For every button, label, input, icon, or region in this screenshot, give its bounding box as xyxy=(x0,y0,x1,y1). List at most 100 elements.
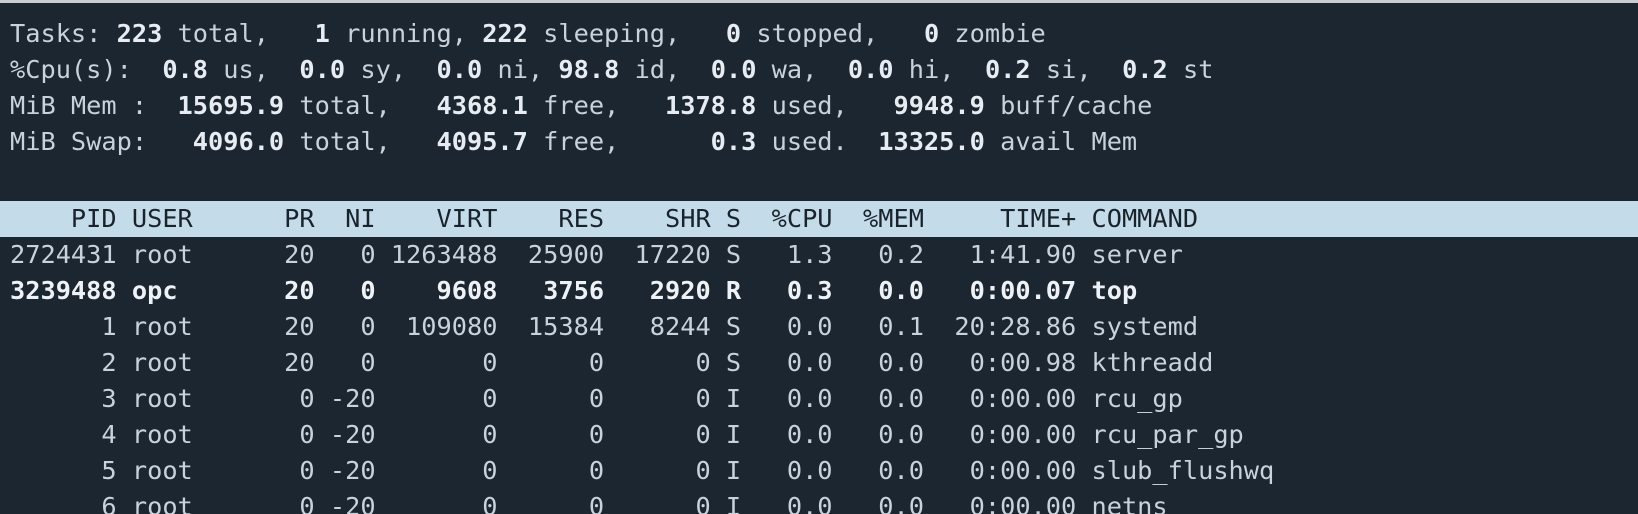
column-header-user[interactable]: USER xyxy=(132,204,254,233)
process-shr: 2920 xyxy=(619,276,711,305)
process-pr: 20 xyxy=(268,240,315,269)
swap-avail-label: avail Mem xyxy=(1000,127,1138,156)
process-command: slub_flushwq xyxy=(1091,456,1275,485)
process-ni: 0 xyxy=(329,240,376,269)
process-state: S xyxy=(725,348,742,377)
column-header-ni[interactable]: NI xyxy=(330,204,375,233)
process-virt: 0 xyxy=(390,456,498,485)
column-header-state[interactable]: S xyxy=(726,204,741,233)
process-virt: 0 xyxy=(390,348,498,377)
process-virt: 1263488 xyxy=(390,240,498,269)
process-ni: -20 xyxy=(329,420,376,449)
process-pr: 0 xyxy=(268,492,315,514)
swap-free-label: free, xyxy=(543,127,620,156)
swap-total: 4096.0 xyxy=(192,127,285,156)
process-time: 0:00.00 xyxy=(939,384,1077,413)
tasks-running-label: running, xyxy=(345,19,467,48)
process-time: 20:28.86 xyxy=(939,312,1077,341)
mem-buff-cache: 9948.9 xyxy=(893,91,985,120)
column-header-mem[interactable]: %MEM xyxy=(848,204,924,233)
process-pr: 20 xyxy=(268,312,315,341)
process-time: 1:41.90 xyxy=(939,240,1077,269)
swap-used-label: used. xyxy=(771,127,848,156)
column-header-pr[interactable]: PR xyxy=(269,204,314,233)
column-header-command[interactable]: COMMAND xyxy=(1091,204,1198,233)
cpu-st: 0.2 xyxy=(1122,55,1168,84)
cpu-si-label: si, xyxy=(1045,55,1092,84)
swap-summary-line: MiB Swap: 4096.0 total, 4095.7 free, 0.3… xyxy=(0,124,1638,160)
process-row[interactable]: 4 root 0 -20 0 0 0 I 0.0 0.0 0:00.00 rcu… xyxy=(0,417,1638,453)
column-header-res[interactable]: RES xyxy=(513,204,604,233)
process-row[interactable]: 1 root 20 0 109080 15384 8244 S 0.0 0.1 … xyxy=(0,309,1638,345)
process-cpu: 0.0 xyxy=(756,384,833,413)
process-row[interactable]: 6 root 0 -20 0 0 0 I 0.0 0.0 0:00.00 net… xyxy=(0,489,1638,514)
cpu-id-label: id, xyxy=(634,55,681,84)
process-cpu: 0.0 xyxy=(756,348,833,377)
process-cpu: 0.0 xyxy=(756,420,833,449)
tasks-stopped: 0 xyxy=(725,19,742,48)
process-cpu: 1.3 xyxy=(756,240,833,269)
process-mem: 0.0 xyxy=(847,276,924,305)
process-pid: 2724431 xyxy=(10,240,117,269)
process-state: I xyxy=(725,384,742,413)
process-mem: 0.0 xyxy=(847,420,924,449)
process-command: server xyxy=(1091,240,1183,269)
process-ni: 0 xyxy=(329,312,376,341)
process-state: R xyxy=(725,276,742,305)
swap-avail: 13325.0 xyxy=(878,127,985,156)
process-row[interactable]: 2 root 20 0 0 0 0 S 0.0 0.0 0:00.98 kthr… xyxy=(0,345,1638,381)
process-shr: 0 xyxy=(619,492,711,514)
process-time: 0:00.00 xyxy=(939,492,1077,514)
process-pid: 5 xyxy=(10,456,117,485)
process-command: rcu_par_gp xyxy=(1091,420,1244,449)
process-ni: 0 xyxy=(329,348,376,377)
process-row[interactable]: 5 root 0 -20 0 0 0 I 0.0 0.0 0:00.00 slu… xyxy=(0,453,1638,489)
process-virt: 0 xyxy=(390,492,498,514)
process-pr: 0 xyxy=(268,456,315,485)
cpu-id: 98.8 xyxy=(558,55,620,84)
column-header-pid[interactable]: PID xyxy=(10,204,117,233)
process-res: 15384 xyxy=(512,312,605,341)
cpu-si: 0.2 xyxy=(984,55,1031,84)
column-header-virt[interactable]: VIRT xyxy=(391,204,498,233)
cpu-wa: 0.0 xyxy=(710,55,757,84)
tasks-sleeping: 222 xyxy=(482,19,528,48)
process-table-header: PID USER PR NI VIRT RES SHR S %CPU %MEM … xyxy=(0,201,1638,237)
process-res: 25900 xyxy=(512,240,605,269)
column-header-cpu[interactable]: %CPU xyxy=(756,204,833,233)
process-table-body: 2724431 root 20 0 1263488 25900 17220 S … xyxy=(0,237,1638,514)
process-shr: 17220 xyxy=(619,240,711,269)
tasks-zombie-label: zombie xyxy=(954,19,1046,48)
process-row[interactable]: 2724431 root 20 0 1263488 25900 17220 S … xyxy=(0,237,1638,273)
mem-used-label: used, xyxy=(771,91,848,120)
process-pid: 6 xyxy=(10,492,117,514)
process-user: root xyxy=(131,456,254,485)
process-state: S xyxy=(725,312,742,341)
tasks-label: Tasks: xyxy=(10,19,102,48)
mem-total-label: total, xyxy=(299,91,391,120)
process-shr: 0 xyxy=(619,384,711,413)
cpu-ni-label: ni, xyxy=(497,55,544,84)
tasks-total-label: total, xyxy=(177,19,269,48)
process-res: 0 xyxy=(512,420,605,449)
cpu-sy-label: sy, xyxy=(360,55,407,84)
process-state: S xyxy=(725,240,742,269)
tasks-zombie: 0 xyxy=(923,19,940,48)
top-terminal[interactable]: Tasks: 223 total, 1 running, 222 sleepin… xyxy=(0,3,1638,514)
process-command: rcu_gp xyxy=(1091,384,1183,413)
process-user: root xyxy=(131,240,254,269)
process-command: kthreadd xyxy=(1091,348,1214,377)
process-row[interactable]: 3239488 opc 20 0 9608 3756 2920 R 0.3 0.… xyxy=(0,273,1638,309)
process-time: 0:00.00 xyxy=(939,420,1077,449)
process-state: I xyxy=(725,492,742,514)
process-row[interactable]: 3 root 0 -20 0 0 0 I 0.0 0.0 0:00.00 rcu… xyxy=(0,381,1638,417)
process-ni: -20 xyxy=(329,456,376,485)
process-pr: 20 xyxy=(268,276,315,305)
column-header-shr[interactable]: SHR xyxy=(619,204,711,233)
process-user: root xyxy=(131,384,254,413)
process-res: 0 xyxy=(512,456,605,485)
process-cpu: 0.3 xyxy=(756,276,833,305)
process-res: 0 xyxy=(512,384,605,413)
mem-total: 15695.9 xyxy=(177,91,285,120)
column-header-time[interactable]: TIME+ xyxy=(939,204,1076,233)
